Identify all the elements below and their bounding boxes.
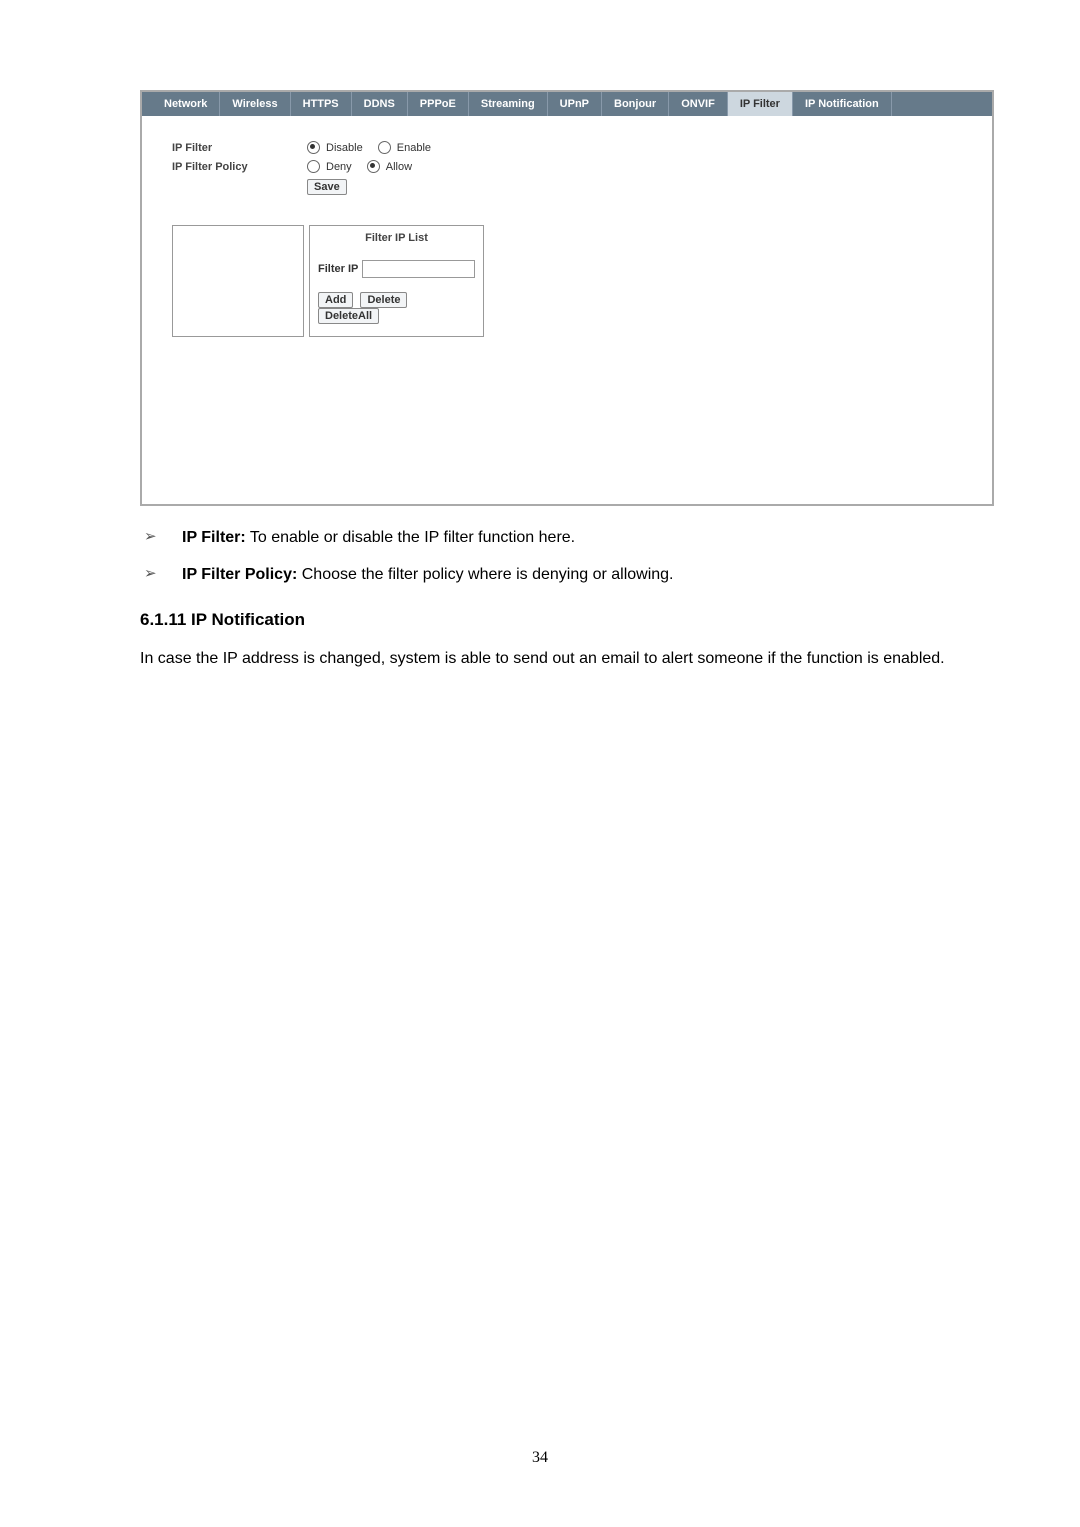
screenshot-content: IP Filter Disable Enable IP Filter Polic… [142,116,992,504]
section-paragraph: In case the IP address is changed, syste… [140,646,980,672]
document-page: Network Wireless HTTPS DDNS PPPoE Stream… [0,0,1080,1527]
filter-input-label: Filter IP [318,263,358,275]
tab-bonjour[interactable]: Bonjour [602,92,669,116]
bullet-policy-bold: IP Filter Policy: [182,566,297,583]
tab-ddns[interactable]: DDNS [352,92,408,116]
tab-pppoe[interactable]: PPPoE [408,92,469,116]
tab-wireless[interactable]: Wireless [220,92,290,116]
row-ipfilter: IP Filter Disable Enable [172,141,992,154]
filter-panel: Filter IP List Filter IP Add Delete Dele… [309,225,484,337]
label-ipfilter-policy: IP Filter Policy [172,161,307,173]
radio-allow-label: Allow [386,161,412,173]
radio-allow[interactable] [367,160,380,173]
bullet-ipfilter-bold: IP Filter: [182,529,246,546]
row-ipfilter-policy: IP Filter Policy Deny Allow [172,160,992,173]
add-button[interactable]: Add [318,292,353,308]
radio-enable[interactable] [378,141,391,154]
section-heading: 6.1.11 IP Notification [140,610,980,630]
row-save: Save [172,179,992,195]
app-screenshot: Network Wireless HTTPS DDNS PPPoE Stream… [140,90,994,506]
bullet-policy-text: Choose the filter policy where is denyin… [297,566,673,583]
tab-https[interactable]: HTTPS [291,92,352,116]
bullet-ipfilter-policy: IP Filter Policy: Choose the filter poli… [140,561,980,588]
deleteall-button[interactable]: DeleteAll [318,308,379,324]
radio-deny-label: Deny [326,161,352,173]
bullet-ipfilter: IP Filter: To enable or disable the IP f… [140,524,980,551]
page-number: 34 [0,1449,1080,1467]
label-ipfilter: IP Filter [172,142,307,154]
tab-ipnotification[interactable]: IP Notification [793,92,892,116]
tabstrip-filler [892,92,992,116]
tab-ipfilter[interactable]: IP Filter [728,92,793,116]
radio-disable-label: Disable [326,142,363,154]
tab-onvif[interactable]: ONVIF [669,92,728,116]
radio-deny[interactable] [307,160,320,173]
save-button[interactable]: Save [307,179,347,195]
filter-box: Filter IP List Filter IP Add Delete Dele… [172,225,992,337]
ip-listbox[interactable] [172,225,304,337]
bullet-ipfilter-text: To enable or disable the IP filter funct… [246,529,575,546]
delete-button[interactable]: Delete [360,292,407,308]
tab-upnp[interactable]: UPnP [548,92,602,116]
filter-panel-title: Filter IP List [318,232,475,244]
tabstrip: Network Wireless HTTPS DDNS PPPoE Stream… [142,92,992,116]
radio-enable-label: Enable [397,142,431,154]
filter-ip-input[interactable] [362,260,475,278]
bullet-list: IP Filter: To enable or disable the IP f… [140,524,980,588]
radio-disable[interactable] [307,141,320,154]
filter-buttons: Add Delete DeleteAll [318,292,475,324]
tab-network[interactable]: Network [152,92,220,116]
tab-streaming[interactable]: Streaming [469,92,548,116]
